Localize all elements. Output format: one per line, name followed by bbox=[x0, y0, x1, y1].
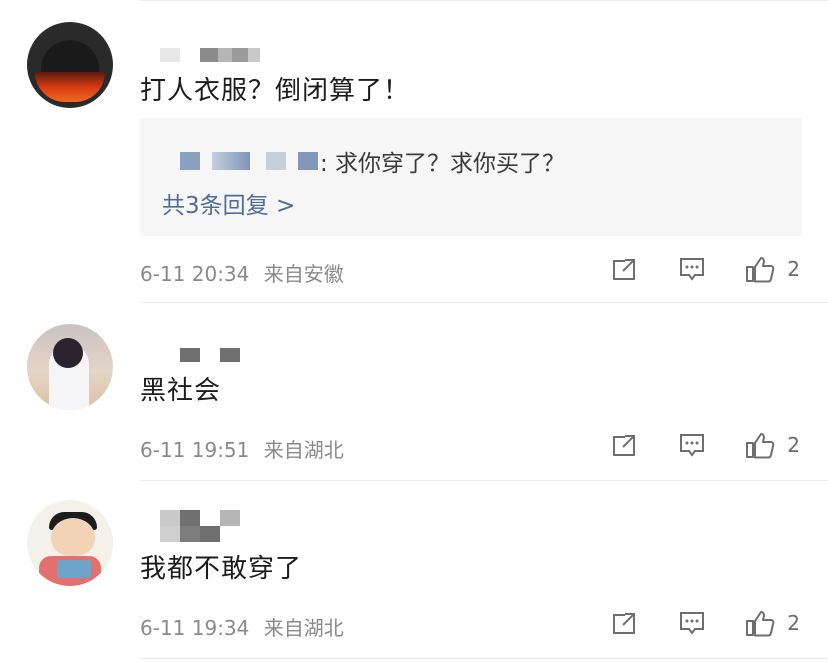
share-icon[interactable] bbox=[609, 608, 639, 638]
share-icon[interactable] bbox=[609, 430, 639, 460]
share-icon[interactable] bbox=[609, 254, 639, 284]
comment-meta: 6-11 20:34 来自安徽 bbox=[140, 258, 344, 287]
comment-location: 来自湖北 bbox=[263, 438, 344, 462]
view-replies-link[interactable]: 共3条回复 > bbox=[162, 186, 295, 220]
reply-username-blurred[interactable] bbox=[180, 152, 200, 170]
comment-time: 6-11 19:34 bbox=[140, 616, 250, 640]
username-blurred[interactable] bbox=[160, 48, 260, 62]
comment-item: 黑社会 6-11 19:51 来自湖北 2 bbox=[0, 302, 828, 480]
comment-item: 打人衣服？倒闭算了！ : 求你穿了？求你买了？ 共3条回复 > 6-11 20:… bbox=[0, 0, 828, 300]
comment-meta: 6-11 19:51 来自湖北 bbox=[140, 434, 344, 463]
avatar[interactable] bbox=[27, 500, 113, 586]
comment-text[interactable]: 打人衣服？倒闭算了！ bbox=[140, 70, 410, 107]
like-count: 2 bbox=[787, 257, 800, 281]
comment-actions: 2 bbox=[609, 254, 800, 284]
comment-actions: 2 bbox=[609, 608, 800, 638]
reply-text: : 求你穿了？求你买了？ bbox=[320, 151, 566, 177]
like-icon[interactable] bbox=[745, 608, 775, 638]
comment-divider bbox=[140, 658, 828, 659]
comment-text[interactable]: 我都不敢穿了 bbox=[140, 548, 302, 585]
like-icon[interactable] bbox=[745, 430, 775, 460]
avatar[interactable] bbox=[27, 324, 113, 410]
comment-location: 来自湖北 bbox=[263, 616, 344, 640]
like-count: 2 bbox=[787, 611, 800, 635]
comment-text[interactable]: 黑社会 bbox=[140, 370, 221, 407]
comment-icon[interactable] bbox=[677, 254, 707, 284]
comment-time: 6-11 19:51 bbox=[140, 438, 250, 462]
reply-box[interactable]: : 求你穿了？求你买了？ 共3条回复 > bbox=[140, 118, 802, 236]
comment-meta: 6-11 19:34 来自湖北 bbox=[140, 612, 344, 641]
comment-location: 来自安徽 bbox=[263, 262, 344, 286]
comment-item: 我都不敢穿了 6-11 19:34 来自湖北 2 bbox=[0, 480, 828, 662]
username-blurred[interactable] bbox=[180, 348, 240, 362]
comment-actions: 2 bbox=[609, 430, 800, 460]
comment-icon[interactable] bbox=[677, 608, 707, 638]
comment-time: 6-11 20:34 bbox=[140, 262, 250, 286]
avatar[interactable] bbox=[27, 22, 113, 108]
username-blurred[interactable] bbox=[160, 510, 240, 542]
reply-line[interactable]: : 求你穿了？求你买了？ bbox=[162, 144, 565, 178]
comment-icon[interactable] bbox=[677, 430, 707, 460]
like-count: 2 bbox=[787, 433, 800, 457]
like-icon[interactable] bbox=[745, 254, 775, 284]
